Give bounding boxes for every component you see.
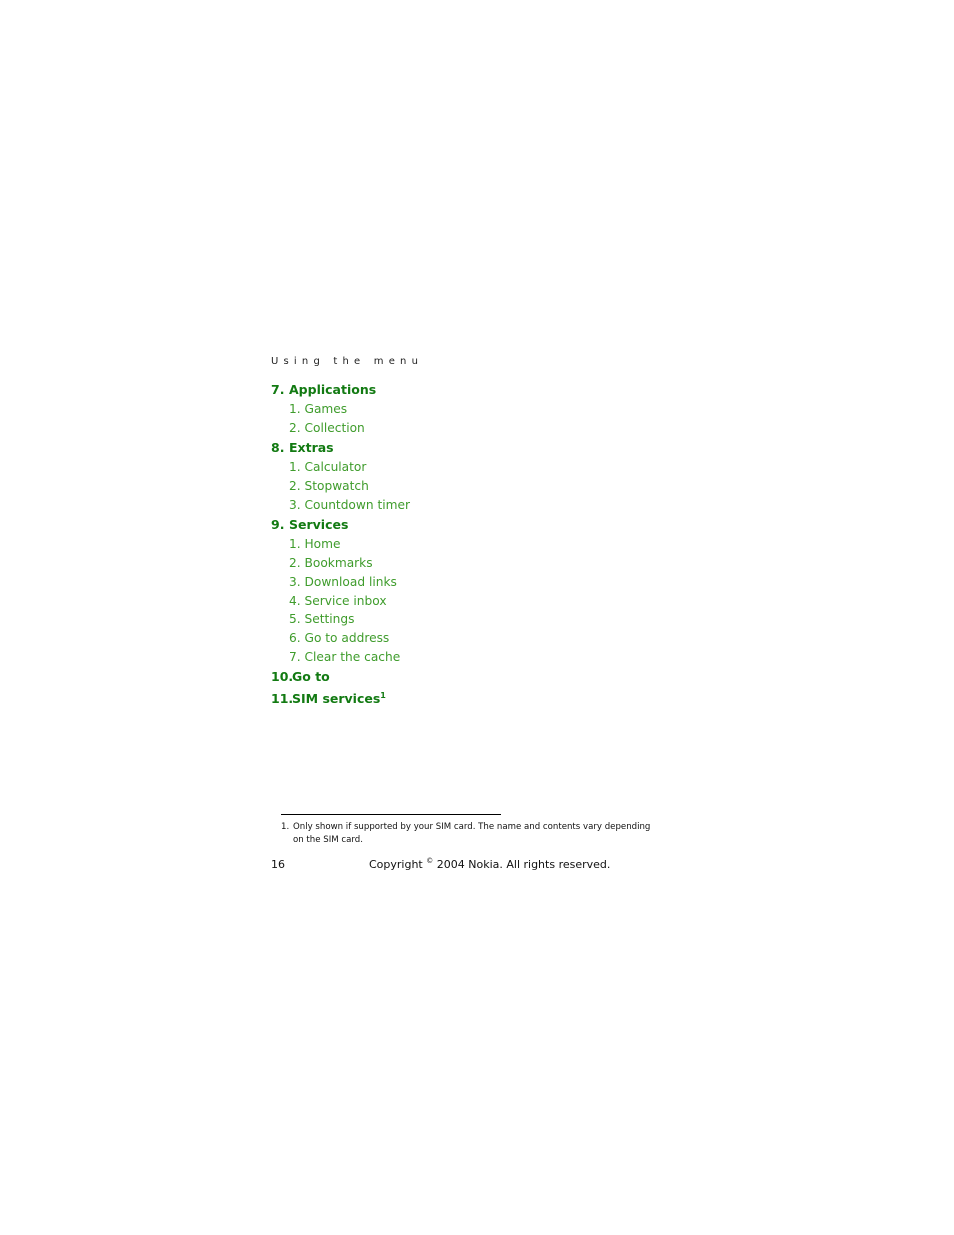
copyright-suffix: 2004 Nokia. All rights reserved.	[436, 858, 611, 871]
subitem-settings: 5. Settings	[289, 612, 355, 627]
item-number: 11.	[271, 691, 294, 707]
copyright-symbol: ©	[426, 857, 434, 865]
item-number: 10.	[271, 669, 294, 685]
subitem-collection: 2. Collection	[289, 420, 365, 435]
subitem-download-links: 3. Download links	[289, 574, 397, 589]
item-label: Services	[289, 517, 349, 533]
copyright-notice: Copyright © 2004 Nokia. All rights reser…	[369, 857, 611, 871]
menu-list: 7. Applications 1. Games 2. Collection 8.…	[271, 380, 410, 708]
menu-item-services: 9. Services	[271, 515, 410, 534]
menu-item-applications: 7. Applications	[271, 380, 410, 399]
item-label: Extras	[289, 440, 334, 456]
subitem-countdown-timer: 3. Countdown timer	[289, 497, 411, 512]
applications-subitems: 1. Games 2. Collection	[271, 400, 410, 437]
extras-subitems: 1. Calculator 2. Stopwatch 3. Countdown …	[271, 458, 410, 514]
item-number: 8.	[271, 440, 285, 456]
subitem-go-to-address: 6. Go to address	[289, 630, 390, 645]
item-label: SIM services	[292, 691, 381, 707]
footnote-text-line2: on the SIM card.	[293, 835, 363, 845]
subitem-games: 1. Games	[289, 402, 348, 416]
item-number: 7.	[271, 382, 285, 397]
item-number: 9.	[271, 517, 285, 533]
item-label: Applications	[289, 382, 377, 397]
footnote: 1. Only shown if supported by your SIM ca…	[281, 821, 651, 847]
menu-item-sim-services: 11.SIM services1	[271, 689, 410, 708]
menu-item-extras: 8. Extras	[271, 438, 410, 457]
subitem-bookmarks: 2. Bookmarks	[289, 556, 373, 571]
subitem-stopwatch: 2. Stopwatch	[289, 479, 369, 494]
subitem-calculator: 1. Calculator	[289, 460, 367, 475]
services-subitems: 1. Home 2. Bookmarks 3. Download links 4…	[271, 535, 410, 666]
subitem-clear-the-cache: 7. Clear the cache	[289, 649, 401, 664]
section-header: Using the menu	[271, 356, 424, 367]
copyright-prefix: Copyright	[369, 858, 423, 871]
subitem-home: 1. Home	[289, 537, 341, 552]
item-label: Go to	[292, 669, 330, 685]
page-number: 16	[271, 858, 285, 871]
footnote-divider	[281, 814, 501, 815]
menu-item-go-to: 10.Go to	[271, 667, 410, 686]
footnote-ref: 1	[380, 691, 386, 701]
subitem-service-inbox: 4. Service inbox	[289, 593, 387, 608]
footnote-text-line1: Only shown if supported by your SIM card…	[293, 822, 651, 832]
footnote-number: 1.	[281, 822, 290, 832]
